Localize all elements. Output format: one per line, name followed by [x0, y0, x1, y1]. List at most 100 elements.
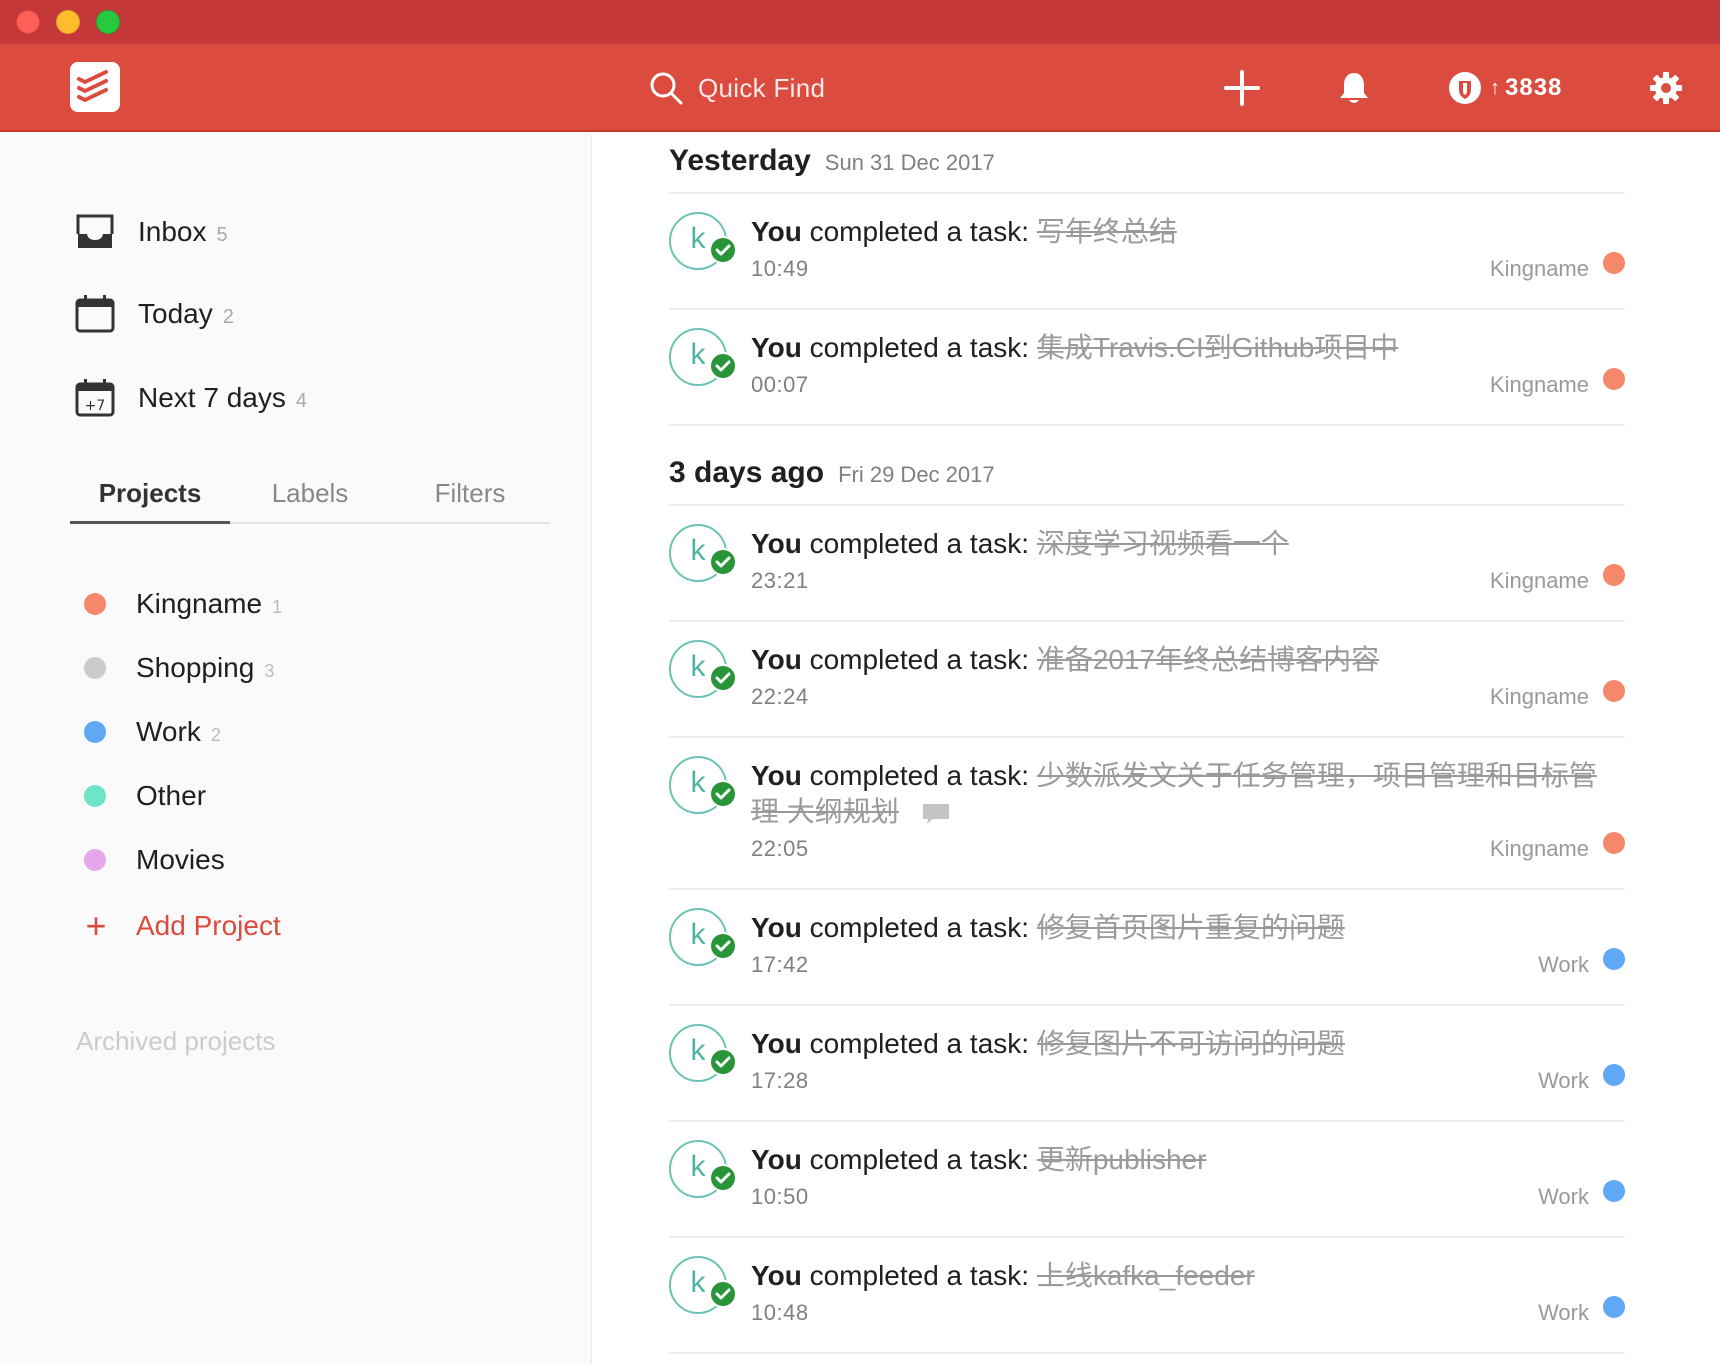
activity-item[interactable]: k You completed a task: 更新publisher 10:5… — [669, 1122, 1625, 1238]
completed-task-name: 修复首页图片重复的问题 — [1036, 912, 1345, 943]
zoom-window-button[interactable] — [96, 10, 120, 34]
karma-shield-icon — [1449, 72, 1481, 104]
activity-item[interactable]: k You completed a task: 集成Travis.CI到Gith… — [669, 310, 1625, 426]
calendar-plus7-icon: +7 — [74, 377, 116, 419]
project-item-other[interactable]: Other — [84, 774, 206, 818]
project-name: Movies — [136, 844, 225, 875]
project-color-dot — [84, 785, 106, 807]
activity-text: You completed a task: 深度学习视频看一个 — [751, 528, 1289, 559]
tab-projects[interactable]: Projects — [70, 478, 230, 524]
activity-time: 10:49 — [751, 256, 809, 281]
project-item-shopping[interactable]: Shopping 3 — [84, 646, 274, 690]
tab-labels[interactable]: Labels — [230, 478, 390, 524]
archived-projects-link[interactable]: Archived projects — [76, 1026, 275, 1057]
project-color-dot — [1603, 252, 1625, 274]
project-color-dot — [1603, 1296, 1625, 1318]
project-color-dot — [84, 593, 106, 615]
quick-find-search[interactable]: Quick Find — [648, 68, 825, 108]
close-window-button[interactable] — [16, 10, 40, 34]
project-color-dot — [84, 849, 106, 871]
todoist-logo-icon[interactable] — [70, 62, 120, 112]
sidebar-item-next-7-days[interactable]: +7 Next 7 days 4 — [74, 374, 307, 422]
activity-item[interactable]: k You completed a task: 上线kafka_feeder 1… — [669, 1238, 1625, 1354]
activity-item[interactable]: k You completed a task: 修复首页图片重复的问题 17:4… — [669, 890, 1625, 1006]
activity-item[interactable]: k You completed a task: 修复图片不可访问的问题 17:2… — [669, 1006, 1625, 1122]
activity-text: You completed a task: 修复图片不可访问的问题 — [751, 1028, 1345, 1059]
plus-icon — [1224, 70, 1260, 106]
next-7-days-count: 4 — [295, 389, 307, 412]
project-count: 2 — [210, 724, 221, 745]
project-name: Other — [136, 780, 207, 811]
day-header-yesterday: Yesterday Sun 31 Dec 2017 — [669, 144, 995, 192]
activity-text: You completed a task: 准备2017年终总结博客内容 — [751, 644, 1380, 675]
completed-task-name: 集成Travis.CI到Github项目中 — [1036, 332, 1399, 363]
activity-project-name: Kingname — [1489, 568, 1589, 593]
project-count: 1 — [272, 596, 283, 617]
activity-text: You completed a task: 修复首页图片重复的问题 — [751, 912, 1345, 943]
project-item-movies[interactable]: Movies — [84, 838, 225, 882]
activity-project-name: Work — [1538, 952, 1589, 977]
add-project-button[interactable]: + Add Project — [82, 904, 280, 948]
project-item-work[interactable]: Work 2 — [84, 710, 221, 754]
activity-project-name: Kingname — [1489, 256, 1589, 281]
notifications-button[interactable] — [1334, 68, 1374, 108]
project-count: 3 — [264, 660, 275, 681]
today-count: 2 — [222, 305, 234, 328]
completed-task-name: 修复图片不可访问的问题 — [1036, 1028, 1345, 1059]
completed-task-name: 上线kafka_feeder — [1036, 1260, 1255, 1291]
tab-filters[interactable]: Filters — [390, 478, 550, 524]
inbox-count: 5 — [216, 223, 228, 246]
svg-text:+7: +7 — [85, 398, 106, 414]
calendar-icon — [74, 293, 116, 335]
check-icon — [709, 1164, 737, 1192]
inbox-icon — [74, 211, 116, 253]
search-icon — [650, 72, 683, 105]
day-title: Yesterday — [669, 144, 811, 177]
project-item-kingname[interactable]: Kingname 1 — [84, 582, 282, 626]
project-name: Shopping — [136, 652, 255, 683]
top-bar: Quick Find ↑ 3838 — [0, 44, 1720, 132]
day-header-3-days-ago: 3 days ago Fri 29 Dec 2017 — [669, 456, 995, 504]
add-task-button[interactable] — [1222, 68, 1262, 108]
project-color-dot — [84, 657, 106, 679]
activity-text: You completed a task: 更新publisher — [751, 1144, 1207, 1175]
activity-time: 10:48 — [751, 1300, 809, 1325]
activity-project-name: Kingname — [1489, 684, 1589, 709]
activity-time: 00:07 — [751, 372, 809, 397]
inbox-label: Inbox — [138, 216, 207, 247]
next-7-days-label: Next 7 days — [138, 382, 286, 413]
check-icon — [709, 236, 737, 264]
karma-value: 3838 — [1505, 74, 1563, 101]
sidebar-tabs: Projects Labels Filters — [70, 478, 550, 524]
check-icon — [709, 1280, 737, 1308]
sidebar-item-inbox[interactable]: Inbox 5 — [74, 208, 228, 256]
activity-item[interactable]: k You completed a task: 准备2017年终总结博客内容 2… — [669, 622, 1625, 738]
check-icon — [709, 352, 737, 380]
sidebar: Inbox 5 Today 2 +7 Next 7 days 4 Project… — [0, 134, 592, 1364]
activity-time: 10:50 — [751, 1184, 809, 1209]
karma-indicator[interactable]: ↑ 3838 — [1448, 70, 1562, 106]
project-name: Kingname — [136, 588, 263, 619]
settings-button[interactable] — [1646, 68, 1686, 108]
activity-item[interactable]: k You completed a task: 深度学习视频看一个 23:21 … — [669, 506, 1625, 622]
minimize-window-button[interactable] — [56, 10, 80, 34]
project-color-dot — [1603, 564, 1625, 586]
project-color-dot — [1603, 832, 1625, 854]
activity-project-name: Work — [1538, 1300, 1589, 1325]
activity-time: 22:24 — [751, 684, 809, 709]
project-color-dot — [1603, 948, 1625, 970]
activity-text: You completed a task: 上线kafka_feeder — [751, 1260, 1255, 1291]
today-label: Today — [138, 298, 213, 329]
day-title: 3 days ago — [669, 456, 825, 489]
activity-text: You completed a task: 集成Travis.CI到Github… — [751, 332, 1399, 363]
project-color-dot — [1603, 1064, 1625, 1086]
bell-icon — [1340, 73, 1368, 103]
activity-time: 17:28 — [751, 1068, 809, 1093]
sidebar-item-today[interactable]: Today 2 — [74, 290, 234, 338]
day-date: Fri 29 Dec 2017 — [838, 462, 995, 487]
activity-item[interactable]: k You completed a task: 少数派发文关于任务管理，项目管理… — [669, 738, 1625, 890]
comment-icon[interactable] — [921, 802, 951, 826]
activity-item[interactable]: k You completed a task: 写年终总结 10:49 King… — [669, 194, 1625, 310]
plus-icon: + — [85, 905, 107, 946]
completed-task-name: 深度学习视频看一个 — [1036, 528, 1289, 559]
